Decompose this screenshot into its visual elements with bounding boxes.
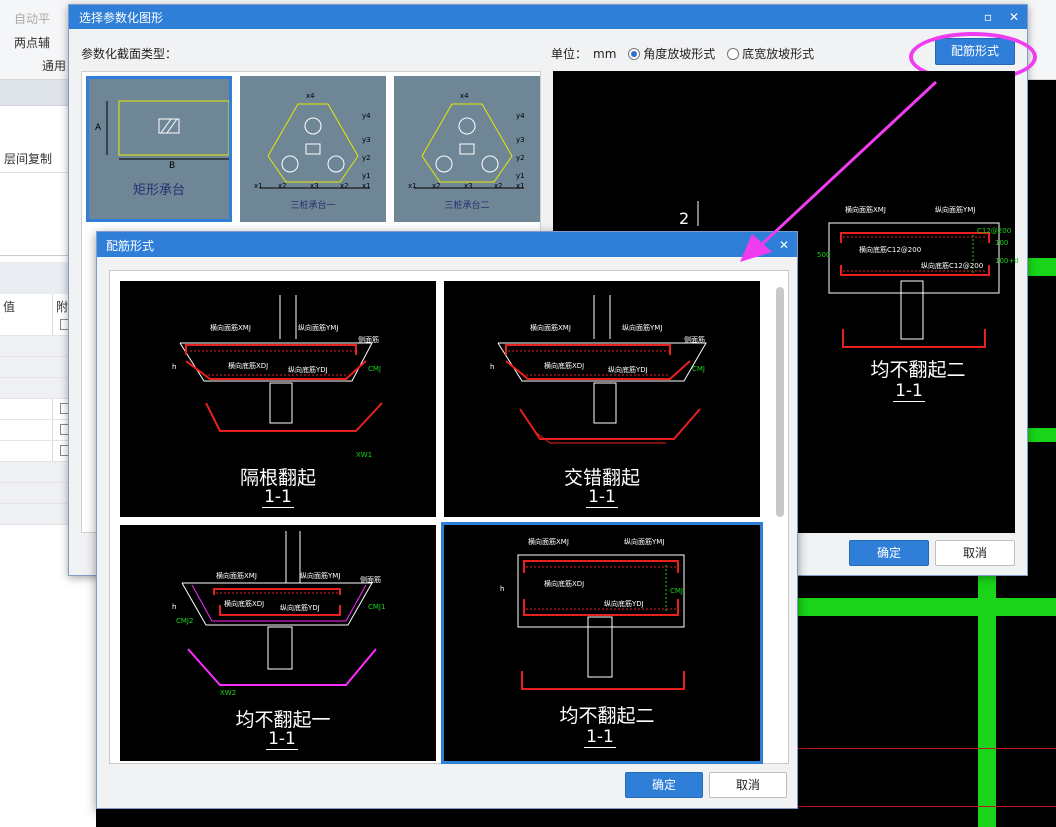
annotation-arrow: [740, 80, 938, 262]
